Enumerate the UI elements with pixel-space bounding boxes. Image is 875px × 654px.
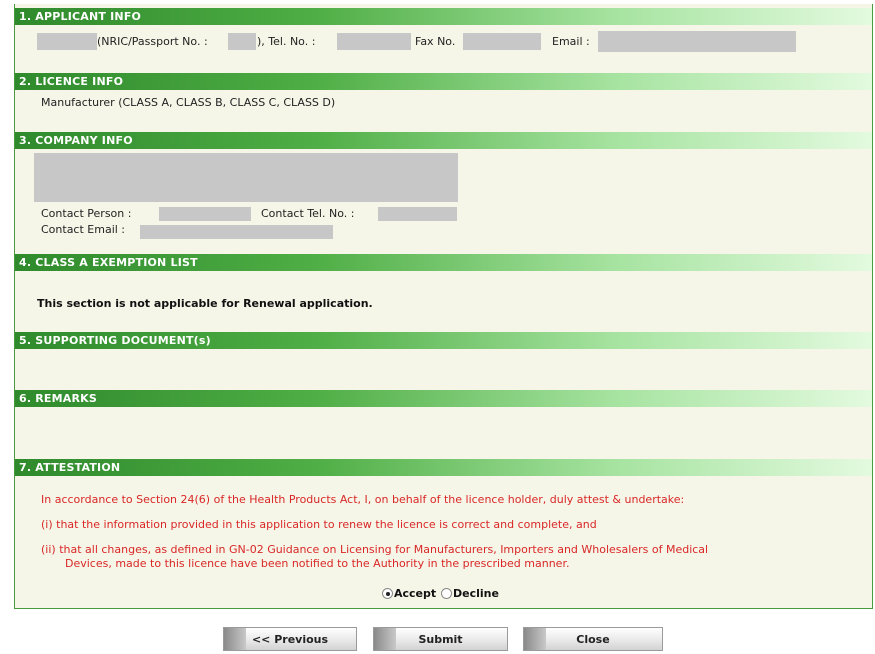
exemption-not-applicable-note: This section is not applicable for Renew… [37,297,373,310]
contact-email-label: Contact Email : [41,223,126,236]
fax-label: Fax No. [415,35,456,48]
previous-button[interactable]: << Previous [223,627,357,651]
section-header-attestation: 7. ATTESTATION [15,459,872,476]
section-header-remarks: 6. REMARKS [15,390,872,407]
close-button[interactable]: Close [523,627,663,651]
nric-value-redacted [228,33,256,50]
application-form-panel: 1. APPLICANT INFO (NRIC/Passport No. : )… [14,4,873,609]
contact-tel-redacted [378,207,457,221]
contact-person-redacted [159,207,251,221]
accept-label[interactable]: Accept [394,587,436,601]
email-label: Email : [552,35,590,48]
email-value-redacted [598,31,796,52]
contact-person-label: Contact Person : [41,207,132,220]
section-header-applicant-info: 1. APPLICANT INFO [15,8,872,25]
licence-type-text: Manufacturer (CLASS A, CLASS B, CLASS C,… [41,96,336,109]
section-header-class-a-exemption: 4. CLASS A EXEMPTION LIST [15,254,872,271]
submit-button[interactable]: Submit [373,627,508,651]
company-address-redacted [34,153,458,202]
decline-label[interactable]: Decline [453,587,499,601]
section-header-licence-info: 2. LICENCE INFO [15,73,872,90]
attestation-item-2-line-2: Devices, made to this licence have been … [65,557,570,570]
section-header-supporting-documents: 5. SUPPORTING DOCUMENT(s) [15,332,872,349]
fax-value-redacted [463,33,541,50]
accept-radio[interactable] [382,588,393,599]
decline-radio[interactable] [441,588,452,599]
attestation-intro: In accordance to Section 24(6) of the He… [41,493,685,506]
attestation-item-1: (i) that the information provided in thi… [41,518,597,531]
tel-label: ), Tel. No. : [257,35,316,48]
contact-tel-label: Contact Tel. No. : [261,207,355,220]
section-header-company-info: 3. COMPANY INFO [15,132,872,149]
applicant-name-redacted [37,33,97,50]
nric-label: (NRIC/Passport No. : [97,35,208,48]
tel-value-redacted [337,33,411,50]
attestation-item-2-line-1: (ii) that all changes, as defined in GN-… [41,543,709,556]
contact-email-redacted [140,225,333,239]
